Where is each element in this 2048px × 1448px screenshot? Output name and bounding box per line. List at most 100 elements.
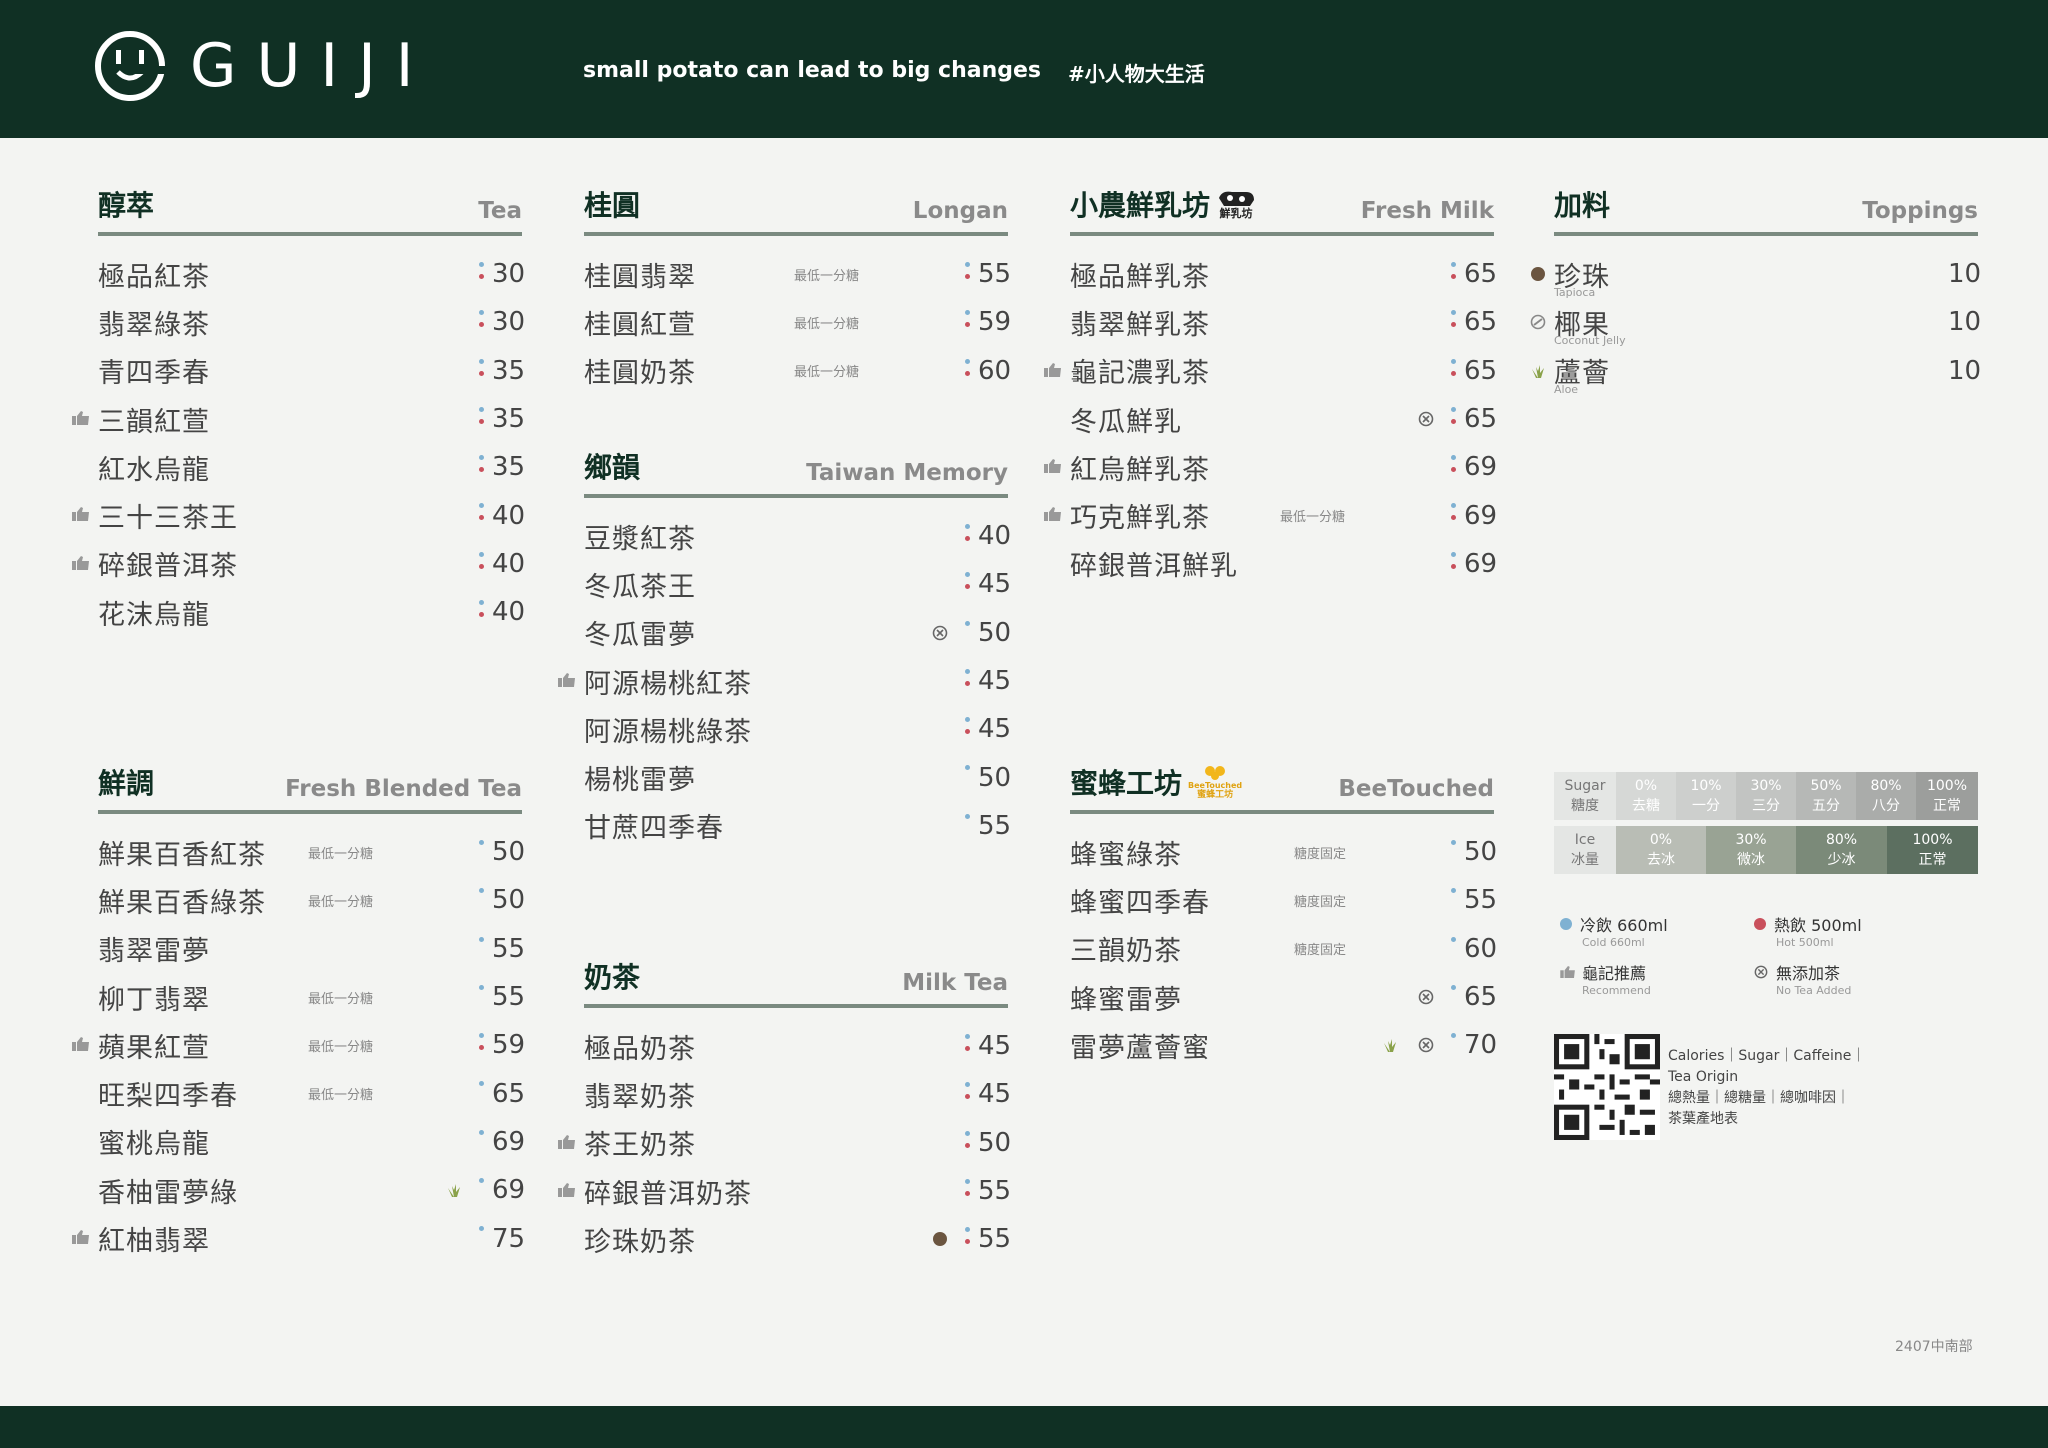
topping-item[interactable]: 椰果 Coconut Jelly 10: [1530, 298, 1981, 347]
menu-item[interactable]: 蜜桃烏龍 69: [98, 1118, 525, 1166]
menu-item[interactable]: 桂圓紅萱 最低一分糖 59: [584, 298, 1012, 346]
level-pct: 80%: [1825, 832, 1858, 848]
menu-item[interactable]: 翡翠綠茶 30: [98, 298, 525, 346]
level-zh: 去糖: [1632, 798, 1660, 814]
menu-item[interactable]: 雷夢蘆薈蜜 70: [1070, 1021, 1498, 1069]
topping-item[interactable]: 珍珠 Tapioca 10: [1531, 250, 1981, 299]
menu-item[interactable]: 龜記濃乳茶 65: [1044, 347, 1497, 395]
menu-item[interactable]: 碎銀普洱奶茶 55: [558, 1167, 1011, 1215]
menu-item[interactable]: 茶王奶茶 50: [558, 1119, 1011, 1167]
menu-item[interactable]: 巧克鮮乳茶 最低一分糖 69: [1044, 491, 1497, 539]
level-pct: 50%: [1810, 778, 1842, 794]
item-price: 59: [978, 307, 1012, 338]
menu-item[interactable]: 極品鮮乳茶 65: [1070, 250, 1498, 298]
menu-item[interactable]: 珍珠奶茶 55: [584, 1215, 1011, 1263]
menu-item[interactable]: 紅柚翡翠 75: [72, 1214, 525, 1262]
menu-item[interactable]: 花沫烏龍 40: [98, 588, 525, 636]
temperature-dots: [479, 262, 484, 286]
menu-item[interactable]: 香柚雷夢綠 69: [98, 1166, 525, 1214]
menu-item[interactable]: 蜂蜜雷夢 65: [1070, 973, 1497, 1021]
bee-icon: [1205, 765, 1226, 780]
menu-item[interactable]: 極品紅茶 30: [98, 250, 525, 298]
item-price: 70: [1464, 1030, 1498, 1061]
menu-item[interactable]: 極品奶茶 45: [584, 1022, 1011, 1070]
section-header: 醇萃 Tea: [98, 188, 522, 236]
no-tea-icon: [1418, 989, 1434, 1005]
item-name: 蜂蜜雷夢: [1070, 984, 1182, 1016]
menu-item[interactable]: 柳丁翡翠 最低一分糖 55: [98, 973, 525, 1021]
item-name: 雷夢蘆薈蜜: [1070, 1032, 1210, 1064]
item-price: 50: [978, 617, 1012, 648]
temperature-dots: [965, 765, 970, 789]
menu-item[interactable]: 甘蔗四季春 55: [584, 802, 1011, 850]
item-price: 55: [978, 259, 1012, 290]
level-pct: 80%: [1870, 778, 1902, 794]
menu-item[interactable]: 紅烏鮮乳茶 69: [1044, 443, 1498, 491]
menu-item[interactable]: 阿源楊桃紅茶 45: [558, 657, 1012, 705]
temperature-dots: [1451, 455, 1456, 479]
item-price: 65: [492, 1078, 526, 1109]
menu-item[interactable]: 阿源楊桃綠茶 45: [584, 705, 1011, 753]
item-name: 冬瓜雷夢: [584, 620, 696, 652]
menu-item[interactable]: 蜂蜜綠茶 糖度固定 50: [1070, 828, 1497, 876]
menu-item[interactable]: 翡翠雷夢 55: [98, 925, 525, 973]
menu-item[interactable]: 桂圓奶茶 最低一分糖 60: [584, 347, 1011, 395]
item-name: 楊桃雷夢: [584, 765, 696, 797]
temperature-dots: [965, 1227, 970, 1251]
item-name: 極品鮮乳茶: [1070, 261, 1210, 293]
item-list: 蜂蜜綠茶 糖度固定 50 蜂蜜四季春 糖度固定 55 三韻奶茶 糖度固定 60 蜂蜜雷夢 65…: [1070, 828, 1498, 1069]
menu-item[interactable]: 鮮果百香紅茶 最低一分糖 50: [98, 828, 525, 876]
aloe-icon: [1384, 1039, 1396, 1053]
item-name: 翡翠綠茶: [98, 309, 210, 341]
menu-item[interactable]: 豆漿紅茶 40: [584, 512, 1012, 560]
temperature-dots: [965, 1082, 970, 1106]
item-price: 60: [1464, 933, 1498, 964]
temperature-dots: [479, 551, 484, 576]
item-name: 桂圓紅萱: [584, 309, 696, 341]
section-subtitle: BeeTouched: [1338, 776, 1494, 802]
level-pct: 0%: [1634, 778, 1658, 794]
menu-item[interactable]: 冬瓜鮮乳 65: [1070, 395, 1497, 443]
item-price: 69: [1464, 548, 1498, 579]
menu-item[interactable]: 翡翠鮮乳茶 65: [1070, 298, 1498, 346]
item-price: 40: [978, 521, 1012, 552]
menu-item[interactable]: 青四季春 35: [98, 347, 525, 395]
item-name: 蜂蜜四季春: [1070, 887, 1210, 919]
item-name: 巧克鮮乳茶: [1070, 503, 1210, 535]
item-price: 65: [1464, 307, 1498, 338]
qr-code[interactable]: [1554, 1034, 1660, 1140]
topping-item[interactable]: 蘆薈 Aloe 10: [1532, 347, 1981, 396]
item-price: 69: [1464, 452, 1498, 483]
menu-item[interactable]: 三韻奶茶 糖度固定 60: [1070, 925, 1498, 973]
section-title: 小農鮮乳坊 鮮乳坊: [1070, 184, 1256, 224]
item-name: 碎銀普洱鮮乳: [1070, 551, 1238, 583]
menu-item[interactable]: 碎銀普洱鮮乳 69: [1070, 540, 1498, 588]
section-title: 加料: [1554, 189, 1611, 222]
menu-item[interactable]: 三韻紅萱 35: [72, 395, 525, 443]
menu-item[interactable]: 紅水烏龍 35: [98, 443, 525, 491]
menu-item[interactable]: 冬瓜雷夢 50: [584, 609, 1012, 657]
menu-item[interactable]: 蘋果紅萱 最低一分糖 59: [72, 1021, 525, 1069]
menu-item[interactable]: 三十三茶王 40: [72, 491, 525, 539]
menu-item[interactable]: 蜂蜜四季春 糖度固定 55: [1070, 876, 1497, 924]
item-list: 桂圓翡翠 最低一分糖 55 桂圓紅萱 最低一分糖 59 桂圓奶茶 最低一分糖 60: [584, 250, 1012, 395]
menu-item[interactable]: 翡翠奶茶 45: [584, 1070, 1011, 1118]
section-subtitle: Fresh Milk: [1360, 198, 1494, 224]
menu-item[interactable]: 冬瓜茶王 45: [584, 560, 1011, 608]
ice-label-en: Ice: [1574, 832, 1596, 848]
menu-item[interactable]: 碎銀普洱茶 40: [72, 540, 525, 588]
item-price: 45: [978, 666, 1012, 697]
level-pct: 0%: [1649, 832, 1673, 848]
menu-item[interactable]: 鮮果百香綠茶 最低一分糖 50: [98, 876, 525, 924]
item-list: 豆漿紅茶 40 冬瓜茶王 45 冬瓜雷夢 50 阿源楊桃紅茶 45 阿源楊桃綠茶 45 楊…: [558, 512, 1012, 850]
sugar-ice-table: Sugar 糖度 0% 去糖 10% 一分 30% 三分 50% 五分 80% 八分 100…: [1554, 772, 1978, 880]
item-price: 65: [1464, 259, 1498, 290]
no-tea-icon: [1754, 965, 1768, 979]
item-name: 阿源楊桃綠茶: [584, 716, 752, 748]
temperature-dots: [965, 813, 970, 838]
temperature-dots: [1451, 406, 1456, 431]
menu-item[interactable]: 旺梨四季春 最低一分糖 65: [98, 1069, 526, 1117]
menu-item[interactable]: 桂圓翡翠 最低一分糖 55: [584, 250, 1012, 298]
header: GUIJI small potato can lead to big chang…: [0, 0, 2048, 138]
menu-item[interactable]: 楊桃雷夢 50: [584, 753, 1011, 801]
